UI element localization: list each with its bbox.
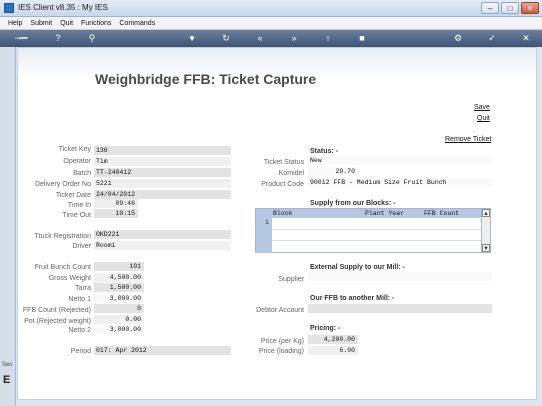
back-icon[interactable]: « xyxy=(254,32,266,45)
ticket-key-field[interactable]: 136 xyxy=(94,146,231,155)
grid-row-divider xyxy=(272,240,482,241)
title-bar: IES Client v8.35 : My IES – □ ✕ xyxy=(0,0,542,17)
col-header-plant-year[interactable]: Plant Year xyxy=(365,210,404,217)
time-out-field[interactable]: 10:15 xyxy=(94,209,138,218)
komidel-label: Komidel xyxy=(278,170,304,177)
batch-field[interactable]: TT-240412 xyxy=(94,168,231,177)
left-strip-label: Ses xyxy=(2,362,13,368)
menu-help[interactable]: Help xyxy=(8,20,22,27)
fruit-bunch-count-field[interactable]: 101 xyxy=(94,262,144,271)
up-icon[interactable]: ↑ xyxy=(322,32,334,45)
close-icon[interactable]: ✕ xyxy=(520,32,532,45)
ffb-rejected-label: FFB Count (Rejected) xyxy=(22,307,91,314)
close-window-button[interactable]: ✕ xyxy=(521,2,539,14)
truck-registration-field[interactable]: OKD221 xyxy=(94,230,231,239)
price-loading-field[interactable]: 6.00 xyxy=(308,346,358,355)
grid-scrollbar[interactable]: ▲ ▼ xyxy=(481,209,490,252)
left-strip-letter: E xyxy=(3,374,11,386)
ticket-status-label: Ticket Status xyxy=(263,159,304,166)
batch-label: Batch xyxy=(73,170,91,177)
period-label: Period xyxy=(70,348,91,355)
menu-quit[interactable]: Quit xyxy=(60,20,73,27)
supplier-label: Supplier xyxy=(278,276,304,283)
product-code-field[interactable]: 90012 FFB - Medium Size Fruit Bunch xyxy=(308,178,492,187)
scroll-down-icon[interactable]: ▼ xyxy=(482,244,490,252)
supplier-field[interactable] xyxy=(308,272,492,281)
price-per-kg-field[interactable]: 4,200.00 xyxy=(308,335,358,344)
remove-ticket-link[interactable]: Remove Ticket xyxy=(445,136,491,143)
scroll-up-icon[interactable]: ▲ xyxy=(482,209,490,217)
settings-icon[interactable]: ⚙ xyxy=(452,32,464,45)
tarra-label: Tarra xyxy=(75,285,91,292)
delivery-order-label: Delivery Order No xyxy=(34,181,91,188)
stop-icon[interactable]: ■ xyxy=(356,32,368,45)
status-section-title: Status: - xyxy=(310,148,338,155)
window-title: IES Client v8.35 : My IES xyxy=(18,3,108,12)
row-selector[interactable] xyxy=(256,218,272,253)
row-number: 1 xyxy=(265,219,269,226)
grid-row-divider xyxy=(272,229,482,230)
netto1-field: 3,000.00 xyxy=(94,294,144,303)
operator-field[interactable]: Tim xyxy=(94,157,231,166)
forward-icon[interactable]: » xyxy=(288,32,300,45)
external-supply-section-title: External Supply to our Mill: - xyxy=(310,264,405,271)
our-ffb-section-title: Our FFB to another Mill: - xyxy=(310,295,395,302)
delivery-order-field[interactable]: 5221 xyxy=(94,179,231,188)
driver-label: Driver xyxy=(72,243,91,250)
netto2-field: 3,000.00 xyxy=(94,325,144,334)
search-icon[interactable]: ⚲ xyxy=(86,32,98,45)
price-loading-label: Price (loading) xyxy=(258,348,304,355)
time-in-field[interactable]: 09:46 xyxy=(94,199,138,208)
minimize-button[interactable]: – xyxy=(481,2,499,14)
debtor-account-field[interactable] xyxy=(308,304,492,313)
maximize-button[interactable]: □ xyxy=(501,2,519,14)
menu-bar: Help Submit Quit Functions Commands xyxy=(0,17,542,30)
tarra-field[interactable]: 1,500.00 xyxy=(94,283,144,292)
netto2-label: Netto 2 xyxy=(68,327,91,334)
time-in-label: Time In xyxy=(67,202,91,209)
product-code-label: Product Code xyxy=(261,181,304,188)
save-link[interactable]: Save xyxy=(474,104,490,111)
blocks-section-title: Supply from our Blocks: - xyxy=(310,200,396,207)
col-header-block[interactable]: Block xyxy=(273,210,293,217)
help-icon[interactable]: ? xyxy=(52,32,64,45)
page-title: Weighbridge FFB: Ticket Capture xyxy=(95,71,317,87)
window-controls: – □ ✕ xyxy=(481,2,539,14)
driver-field[interactable]: Roomi xyxy=(94,241,231,250)
ticket-key-label: Ticket Key xyxy=(58,146,91,153)
netto1-label: Netto 1 xyxy=(68,296,91,303)
ticket-status-field: New xyxy=(308,156,492,165)
refresh-icon[interactable]: ↻ xyxy=(220,32,232,45)
blocks-grid[interactable]: Block Plant Year FFB Count 1 ▲ ▼ xyxy=(255,208,491,253)
blocks-grid-header: Block Plant Year FFB Count xyxy=(256,209,482,218)
gross-weight-field[interactable]: 4,500.00 xyxy=(94,273,144,282)
ticket-date-field[interactable]: 24/04/2012 xyxy=(94,190,231,199)
menu-commands[interactable]: Commands xyxy=(119,20,155,27)
key-icon[interactable]: ⊸━ xyxy=(10,32,32,45)
left-strip: Ses E xyxy=(0,47,16,406)
menu-submit[interactable]: Submit xyxy=(30,20,52,27)
pricing-section-title: Pricing: - xyxy=(310,325,341,332)
fruit-bunch-count-label: Fruit Bunch Count xyxy=(34,264,91,271)
col-header-ffb-count[interactable]: FFB Count xyxy=(424,210,459,217)
time-out-label: Time Out xyxy=(62,212,91,219)
app-icon xyxy=(4,3,14,13)
debtor-account-label: Debtor Account xyxy=(256,307,304,314)
ffb-rejected-field[interactable]: 0 xyxy=(94,304,144,313)
menu-functions[interactable]: Functions xyxy=(81,20,111,27)
pot-rejected-field[interactable]: 0.00 xyxy=(94,315,144,324)
komidel-field: 29.70 xyxy=(308,167,358,176)
price-per-kg-label: Price (per Kg) xyxy=(260,338,304,345)
check-icon[interactable]: ✓ xyxy=(486,32,498,45)
heart-icon[interactable]: ♥ xyxy=(186,32,198,45)
quit-link[interactable]: Quit xyxy=(477,115,490,122)
gross-weight-label: Gross Weight xyxy=(48,275,91,282)
period-field[interactable]: 017: Apr 2012 xyxy=(94,346,231,355)
pot-rejected-label: Pot (Rejected weight) xyxy=(24,318,91,325)
ticket-date-label: Ticket Date xyxy=(55,192,91,199)
toolbar: ⊸━ ? ⚲ ♥ ↻ « » ↑ ■ ⚙ ✓ ✕ xyxy=(0,30,542,47)
truck-registration-label: Truck Registration xyxy=(34,233,91,240)
operator-label: Operator xyxy=(63,158,91,165)
